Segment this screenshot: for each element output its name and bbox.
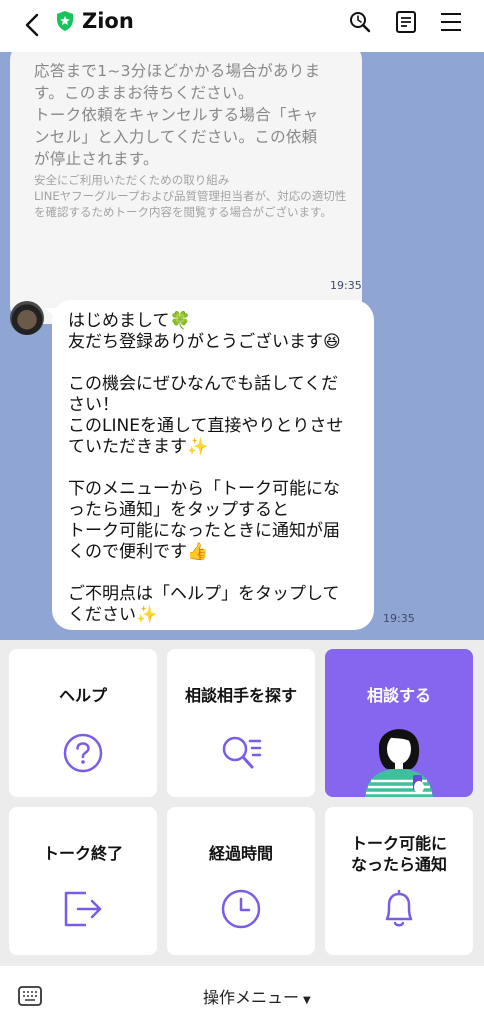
bottom-bar: 操作メニュー ▼ bbox=[0, 966, 484, 1024]
system-message-bubble: 応答まで1~3分ほどかかる場合がありま す。このままお待ちください。 トーク依頼… bbox=[10, 52, 362, 324]
rich-menu: ヘルプ 相談相手を探す 相談する トーク終了 経過時間 トーク可能に なったら通… bbox=[0, 640, 484, 966]
note-icon bbox=[396, 11, 416, 33]
find-partner-tile[interactable]: 相談相手を探す bbox=[167, 649, 315, 797]
notify-tile[interactable]: トーク可能に なったら通知 bbox=[325, 807, 473, 955]
keyboard-icon[interactable] bbox=[18, 986, 42, 1006]
search-button[interactable] bbox=[346, 8, 374, 36]
end-talk-tile[interactable]: トーク終了 bbox=[9, 807, 157, 955]
woman-with-phone-icon bbox=[365, 729, 433, 797]
message-time: 19:35 bbox=[383, 612, 415, 625]
operation-menu-toggle[interactable]: 操作メニュー ▼ bbox=[203, 984, 311, 1008]
elapsed-time-label: 経過時間 bbox=[208, 844, 273, 863]
hamburger-menu-icon bbox=[441, 13, 461, 31]
operation-menu-label: 操作メニュー bbox=[203, 988, 300, 1007]
menu-button[interactable] bbox=[437, 8, 465, 36]
end-talk-label: トーク終了 bbox=[42, 844, 123, 863]
verified-shield-icon bbox=[57, 11, 73, 31]
avatar[interactable] bbox=[10, 301, 44, 335]
bell-icon bbox=[385, 889, 413, 927]
question-circle-icon bbox=[63, 733, 103, 773]
notify-label: トーク可能に なったら通知 bbox=[350, 834, 447, 874]
elapsed-time-tile[interactable]: 経過時間 bbox=[167, 807, 315, 955]
clock-icon bbox=[221, 889, 261, 929]
help-tile[interactable]: ヘルプ bbox=[9, 649, 157, 797]
message-bubble: はじめまして🍀 友だち登録ありがとうございます😆 この機会にぜひなんでも話してく… bbox=[52, 300, 374, 630]
chat-area[interactable]: 応答まで1~3分ほどかかる場合がありま す。このままお待ちください。 トーク依頼… bbox=[0, 52, 484, 640]
help-label: ヘルプ bbox=[58, 686, 107, 705]
search-list-icon bbox=[222, 736, 262, 769]
find-partner-label: 相談相手を探す bbox=[184, 686, 297, 705]
back-button[interactable] bbox=[18, 10, 46, 40]
system-message-text: 応答まで1~3分ほどかかる場合がありま す。このままお待ちください。 トーク依頼… bbox=[34, 62, 321, 168]
notes-button[interactable] bbox=[392, 8, 420, 36]
exit-icon bbox=[64, 891, 102, 927]
message-text: はじめまして🍀 友だち登録ありがとうございます😆 この機会にぜひなんでも話してく… bbox=[68, 311, 344, 625]
system-note-text: 安全にご利用いただくための取り組み LINEヤフーグループおよび品質管理担当者が… bbox=[34, 173, 347, 219]
search-icon bbox=[350, 12, 371, 33]
chevron-left-icon bbox=[25, 13, 39, 37]
chat-title: Zion bbox=[82, 9, 134, 33]
caret-down-icon: ▼ bbox=[303, 995, 311, 1006]
consult-label: 相談する bbox=[366, 686, 431, 705]
consult-tile[interactable]: 相談する bbox=[325, 649, 473, 797]
chat-header: Zion bbox=[0, 0, 484, 52]
system-message-time: 19:35 bbox=[330, 279, 362, 292]
